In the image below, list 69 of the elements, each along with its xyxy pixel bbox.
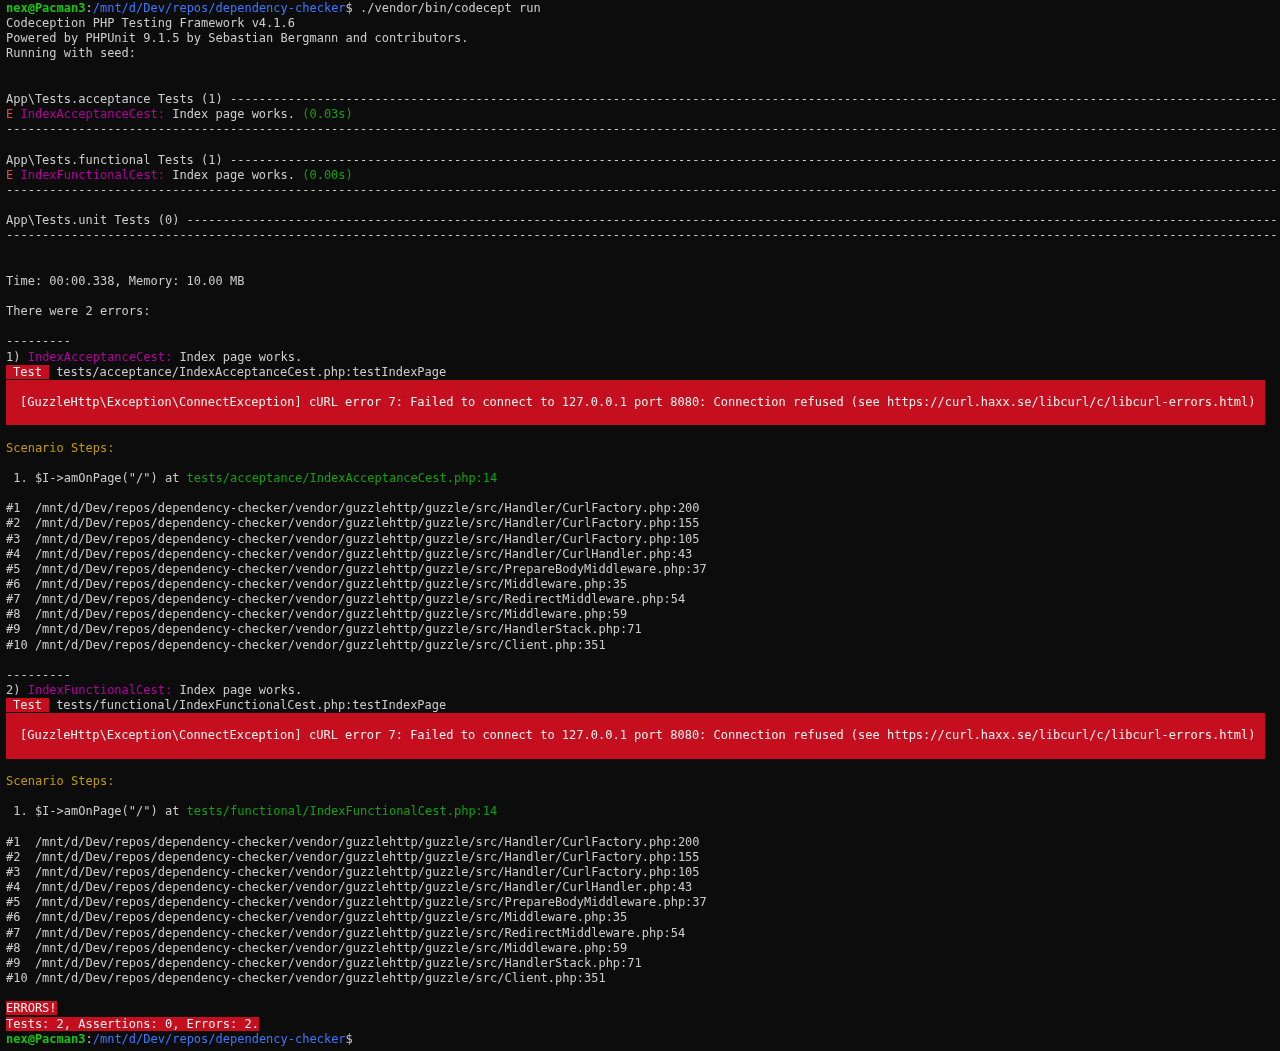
output-text: Index page works.: [171, 107, 295, 122]
stack-trace-line: #6 /mnt/d/Dev/repos/dependency-checker/vendor/guzzlehttp/guzzle/src/Middleware.php:35: [6, 910, 628, 925]
prompt-path: /mnt/d/Dev/repos/dependency-checker: [92, 1, 346, 15]
suite-heading: App\Tests.unit Tests (0) -------------------------------------------------------------------------------------------------------------------------------------------------------: [6, 213, 1278, 228]
output-text: Index page works.: [178, 683, 303, 698]
file-location: tests/functional/IndexFunctionalCest.php:14: [185, 804, 498, 819]
output-text: Time: 00:00.338, Memory: 10.00 MB: [6, 273, 245, 288]
prompt-user: nex@Pacman3: [6, 1, 86, 15]
test-name: IndexAcceptanceCest:: [26, 349, 173, 364]
stack-trace-line: #10 /mnt/d/Dev/repos/dependency-checker/vendor/guzzlehttp/guzzle/src/Client.php:351: [6, 637, 606, 652]
error-summary: Tests: 2, Assertions: 0, Errors: 2.: [6, 1016, 259, 1031]
stack-trace-line: #2 /mnt/d/Dev/repos/dependency-checker/vendor/guzzlehttp/guzzle/src/Handler/CurlFactory.php:155: [6, 849, 700, 864]
stack-trace-line: #10 /mnt/d/Dev/repos/dependency-checker/vendor/guzzlehttp/guzzle/src/Client.php:351: [6, 971, 606, 986]
stack-trace-line: #3 /mnt/d/Dev/repos/dependency-checker/vendor/guzzlehttp/guzzle/src/Handler/CurlFactory.php:105: [6, 531, 700, 546]
stack-trace-line: #2 /mnt/d/Dev/repos/dependency-checker/vendor/guzzlehttp/guzzle/src/Handler/CurlFactory.php:155: [6, 516, 700, 531]
stack-trace-line: #5 /mnt/d/Dev/repos/dependency-checker/vendor/guzzlehttp/guzzle/src/PrepareBodyMiddleware.php:37: [6, 561, 707, 576]
error-mark: E: [6, 167, 14, 182]
stack-trace-line: #3 /mnt/d/Dev/repos/dependency-checker/vendor/guzzlehttp/guzzle/src/Handler/CurlFactory.php:105: [6, 864, 700, 879]
output-text: $ ./vendor/bin/codecept run: [345, 1, 541, 15]
stack-trace-line: #9 /mnt/d/Dev/repos/dependency-checker/vendor/guzzlehttp/guzzle/src/HandlerStack.php:71: [6, 622, 642, 637]
test-name: IndexFunctionalCest:: [26, 683, 173, 698]
separator-text: --------------------------------------------------------------------------------------------------------------------------------------------------------------------------------: [6, 122, 1278, 137]
stack-trace-line: #8 /mnt/d/Dev/repos/dependency-checker/vendor/guzzlehttp/guzzle/src/Middleware.php:59: [6, 940, 628, 955]
test-name: IndexAcceptanceCest:: [19, 107, 165, 122]
stack-trace-line: #8 /mnt/d/Dev/repos/dependency-checker/vendor/guzzlehttp/guzzle/src/Middleware.php:59: [6, 607, 628, 622]
output-text: :: [85, 1031, 93, 1046]
stack-trace-line: #9 /mnt/d/Dev/repos/dependency-checker/vendor/guzzlehttp/guzzle/src/HandlerStack.php:71: [6, 955, 642, 970]
error-mark: E: [6, 107, 14, 122]
output-text: Powered by PHPUnit 9.1.5 by Sebastian Bergmann and contributors.: [6, 31, 469, 46]
separator-text: --------------------------------------------------------------------------------------------------------------------------------------------------------------------------------: [6, 182, 1278, 197]
output-text: 1. $I->amOnPage("/") at: [12, 804, 180, 819]
section-heading: Scenario Steps:: [6, 774, 115, 789]
stack-trace-line: #4 /mnt/d/Dev/repos/dependency-checker/vendor/guzzlehttp/guzzle/src/Handler/CurlHandler.php:43: [6, 880, 693, 895]
prompt-user: nex@Pacman3: [6, 1031, 86, 1046]
output-text: Index page works.: [178, 349, 303, 364]
suite-heading: App\Tests.acceptance Tests (1) -------------------------------------------------------------------------------------------------------------------------------------------------: [6, 91, 1278, 106]
output-text: Running with seed:: [6, 46, 137, 61]
output-text: :: [85, 1, 93, 15]
stack-trace-line: #7 /mnt/d/Dev/repos/dependency-checker/vendor/guzzlehttp/guzzle/src/RedirectMiddleware.php:54: [6, 592, 686, 607]
section-heading: Scenario Steps:: [6, 440, 115, 455]
stack-trace-line: #1 /mnt/d/Dev/repos/dependency-checker/vendor/guzzlehttp/guzzle/src/Handler/CurlFactory.php:200: [6, 834, 700, 849]
output-text: $: [345, 1031, 353, 1046]
stack-trace-line: #5 /mnt/d/Dev/repos/dependency-checker/vendor/guzzlehttp/guzzle/src/PrepareBodyMiddleware.php:37: [6, 895, 707, 910]
test-badge: Test: [6, 364, 49, 379]
separator-text: --------------------------------------------------------------------------------------------------------------------------------------------------------------------------------: [6, 228, 1278, 243]
output-text: Codeception PHP Testing Framework v4.1.6: [6, 16, 295, 31]
error-message-panel: [GuzzleHttp\Exception\ConnectException] cURL error 7: Failed to connect to 127.0.0.1 port 8080: Connection refused (see https://curl.haxx.se/libcurl/c/libcurl-errors.html): [6, 379, 1265, 426]
output-text: 1): [6, 349, 21, 364]
output-text: tests/functional/IndexFunctionalCest.php:testIndexPage: [55, 698, 447, 713]
test-duration: (0.03s): [301, 107, 353, 122]
stack-trace-line: #7 /mnt/d/Dev/repos/dependency-checker/vendor/guzzlehttp/guzzle/src/RedirectMiddleware.php:54: [6, 925, 686, 940]
stack-trace-line: #4 /mnt/d/Dev/repos/dependency-checker/vendor/guzzlehttp/guzzle/src/Handler/CurlHandler.php:43: [6, 546, 693, 561]
test-duration: (0.00s): [301, 167, 353, 182]
output-text: Index page works.: [171, 167, 295, 182]
suite-heading: App\Tests.functional Tests (1) -------------------------------------------------------------------------------------------------------------------------------------------------: [6, 152, 1278, 167]
separator-text: ---------: [6, 667, 72, 682]
error-summary: ERRORS!: [6, 1001, 57, 1016]
separator-text: ---------: [6, 334, 72, 349]
stack-trace-line: #1 /mnt/d/Dev/repos/dependency-checker/vendor/guzzlehttp/guzzle/src/Handler/CurlFactory.php:200: [6, 501, 700, 516]
test-name: IndexFunctionalCest:: [19, 167, 165, 182]
error-message-panel: [GuzzleHttp\Exception\ConnectException] cURL error 7: Failed to connect to 127.0.0.1 port 8080: Connection refused (see https://curl.haxx.se/libcurl/c/libcurl-errors.html): [6, 713, 1265, 759]
output-text: tests/acceptance/IndexAcceptanceCest.php:testIndexPage: [55, 364, 447, 379]
file-location: tests/acceptance/IndexAcceptanceCest.php:14: [185, 470, 498, 485]
stack-trace-line: #6 /mnt/d/Dev/repos/dependency-checker/vendor/guzzlehttp/guzzle/src/Middleware.php:35: [6, 576, 628, 591]
output-text: 1. $I->amOnPage("/") at: [12, 470, 180, 485]
output-text: 2): [6, 683, 21, 698]
output-text: There were 2 errors:: [6, 304, 151, 319]
test-badge: Test: [6, 698, 49, 713]
prompt-path: /mnt/d/Dev/repos/dependency-checker: [92, 1031, 346, 1046]
